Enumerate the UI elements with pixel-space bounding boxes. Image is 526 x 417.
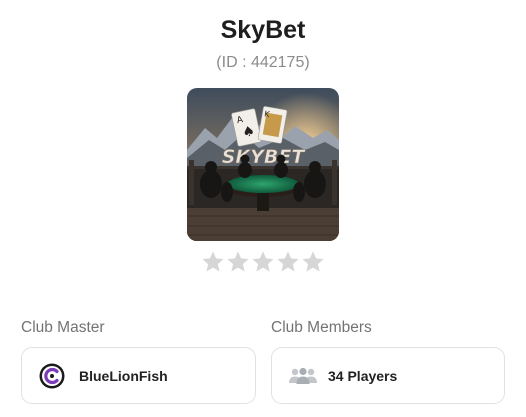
club-master-card[interactable]: BlueLionFish <box>21 347 256 404</box>
club-members-card[interactable]: 34 Players <box>271 347 505 404</box>
club-image-logo-text: SKYBET <box>222 146 307 168</box>
star-icon[interactable] <box>201 250 225 274</box>
star-icon[interactable] <box>251 250 275 274</box>
star-icon[interactable] <box>226 250 250 274</box>
club-members-label: Club Members <box>271 319 372 336</box>
club-master-label: Club Master <box>21 319 105 336</box>
star-icon[interactable] <box>276 250 300 274</box>
club-name: SkyBet <box>220 16 306 44</box>
club-id: (ID : 442175) <box>216 54 310 71</box>
star-icon[interactable] <box>301 250 325 274</box>
club-members-count: 34 Players <box>328 367 398 384</box>
c-logo-icon <box>39 363 65 388</box>
club-master-name: BlueLionFish <box>79 367 168 384</box>
people-group-icon <box>289 367 317 384</box>
star-rating[interactable] <box>201 250 326 276</box>
club-image: A ♠ K SKYBET <box>187 88 339 241</box>
